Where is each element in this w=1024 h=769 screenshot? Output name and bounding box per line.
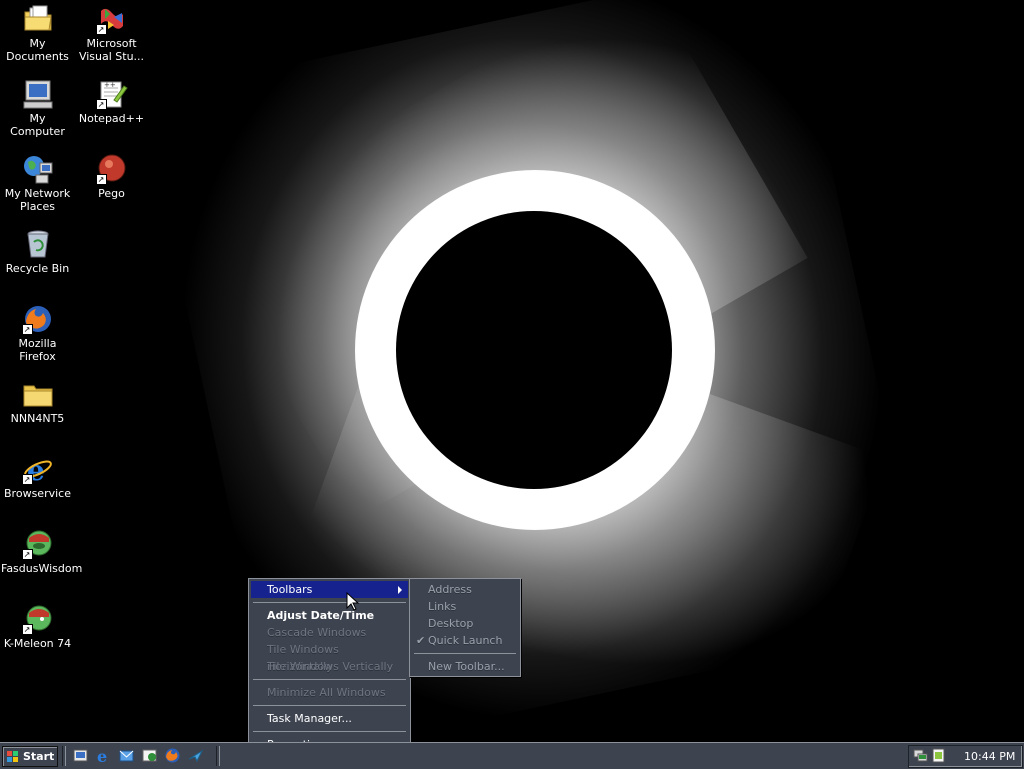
firefox-icon: ↗ [21,303,54,335]
desktop-icon-notepad-plus-plus[interactable]: ++ ↗ Notepad++ [74,75,149,125]
desktop-icon-label: My Computer [10,112,65,138]
taskbar-separator [216,746,220,766]
menu-item-cascade-windows[interactable]: Cascade Windows [251,624,408,641]
submenu-item-links[interactable]: Links [412,598,518,615]
computer-icon [22,78,54,110]
notepad-tray-icon[interactable] [931,748,946,763]
start-label: Start [23,750,55,763]
taskbar-separator [62,746,66,766]
desktop-icon-label: Notepad++ [78,112,145,125]
desktop-icon-label: K-Meleon 74 [3,637,72,650]
recycle-bin-icon [22,228,54,260]
k-meleon-icon: ↗ [21,603,54,635]
menu-item-label: Quick Launch [428,634,503,647]
menu-item-toolbars[interactable]: Toolbars [251,581,408,598]
notepad-plus-plus-icon: ++ ↗ [95,78,128,110]
menu-separator [414,653,516,654]
start-button[interactable]: Start [2,746,58,767]
shortcut-arrow-icon: ↗ [21,549,33,560]
internet-explorer-icon: e ↗ [21,453,54,487]
menu-item-minimize-all[interactable]: Minimize All Windows [251,684,408,701]
network-places-icon [22,153,54,185]
desktop-icon-label: Browservice [4,487,71,500]
internet-explorer-icon[interactable]: e [95,747,112,764]
mouse-cursor-icon [346,592,360,611]
menu-item-tile-vertically[interactable]: Tile Windows Vertically [251,658,408,675]
taskbar[interactable]: Start e 10:44 PM [0,742,1024,769]
visual-studio-icon: ↗ [95,3,128,35]
submenu-item-desktop[interactable]: Desktop [412,615,518,632]
menu-separator [253,705,406,706]
desktop-icon-label: NNN4NT5 [10,412,65,425]
menu-separator [253,602,406,603]
windows-flag-icon [7,751,18,762]
taskbar-clock[interactable]: 10:44 PM [964,750,1015,763]
desktop-icon-recycle-bin[interactable]: Recycle Bin [0,225,75,275]
shortcut-arrow-icon: ↗ [21,474,33,485]
pego-icon: ↗ [95,153,128,185]
desktop-icon-my-documents[interactable]: My Documents [0,0,75,63]
submenu-item-new-toolbar[interactable]: New Toolbar... [412,658,518,675]
outlook-express-icon[interactable] [118,747,135,764]
arrow-app-icon[interactable] [187,747,204,764]
shortcut-arrow-icon: ↗ [95,99,107,110]
submenu-item-address[interactable]: Address [412,581,518,598]
desktop-icon-fasduswisdom[interactable]: ↗ FasdusWisdom [0,525,82,575]
menu-item-task-manager[interactable]: Task Manager... [251,710,408,727]
svg-text:++: ++ [104,81,116,89]
menu-item-adjust-date-time[interactable]: Adjust Date/Time [251,607,408,624]
submenu-item-quick-launch[interactable]: ✔ Quick Launch [412,632,518,649]
desktop-icon-k-meleon-74[interactable]: ↗ K-Meleon 74 [0,600,75,650]
menu-separator [253,679,406,680]
desktop-icon-my-network-places[interactable]: My Network Places [0,150,75,213]
shortcut-arrow-icon: ↗ [95,24,107,35]
desktop-icon-label: My Documents [6,37,69,63]
desktop-icon-label: Recycle Bin [5,262,70,275]
checkmark-icon: ✔ [416,634,426,647]
toolbars-submenu: Address Links Desktop ✔ Quick Launch New… [409,578,521,677]
desktop-icon-my-computer[interactable]: My Computer [0,75,75,138]
shortcut-arrow-icon: ↗ [95,174,107,185]
menu-separator [253,731,406,732]
desktop-icon-nnn4nt5[interactable]: NNN4NT5 [0,375,75,425]
menu-item-label: Desktop [428,617,474,630]
shortcut-arrow-icon: ↗ [21,324,33,335]
desktop-icon-visual-studio[interactable]: ↗ Microsoft Visual Stu... [74,0,149,63]
system-tray: 10:44 PM [908,745,1023,768]
menu-item-label: Cascade Windows [267,626,367,639]
menu-item-label: Address [428,583,472,596]
desktop-icon-label: My Network Places [4,187,71,213]
mail-icon[interactable] [141,747,158,764]
menu-item-tile-horizontally[interactable]: Tile Windows Horizontally [251,641,408,673]
show-desktop-icon[interactable] [72,747,89,764]
network-tray-icon[interactable] [913,748,928,763]
taskbar-context-menu: Toolbars Adjust Date/Time Cascade Window… [248,578,411,756]
folder-icon [22,378,54,410]
desktop-icon-label: Pego [98,187,125,200]
folder-documents-icon [22,3,54,35]
fasdus-wisdom-icon: ↗ [21,528,54,560]
desktop-icon-label: Microsoft Visual Stu... [78,37,145,63]
menu-item-label: Links [428,600,457,613]
svg-text:e: e [97,747,107,764]
desktop-icon-pego[interactable]: ↗ Pego [74,150,149,200]
menu-item-label: Tile Windows Vertically [267,660,394,673]
firefox-icon[interactable] [164,747,181,764]
submenu-arrow-icon [398,586,402,594]
desktop-icon-label: Mozilla Firefox [18,337,57,363]
desktop-icon-mozilla-firefox[interactable]: ↗ Mozilla Firefox [0,300,75,363]
menu-item-label: Toolbars [267,583,313,596]
eclipse-moon [396,211,672,489]
menu-item-label: New Toolbar... [428,660,505,673]
desktop-icon-browservice[interactable]: e ↗ Browservice [0,450,75,500]
menu-item-label: Task Manager... [267,712,352,725]
shortcut-arrow-icon: ↗ [21,624,33,635]
desktop-icon-label: FasdusWisdom [1,562,83,575]
menu-item-label: Minimize All Windows [267,686,386,699]
